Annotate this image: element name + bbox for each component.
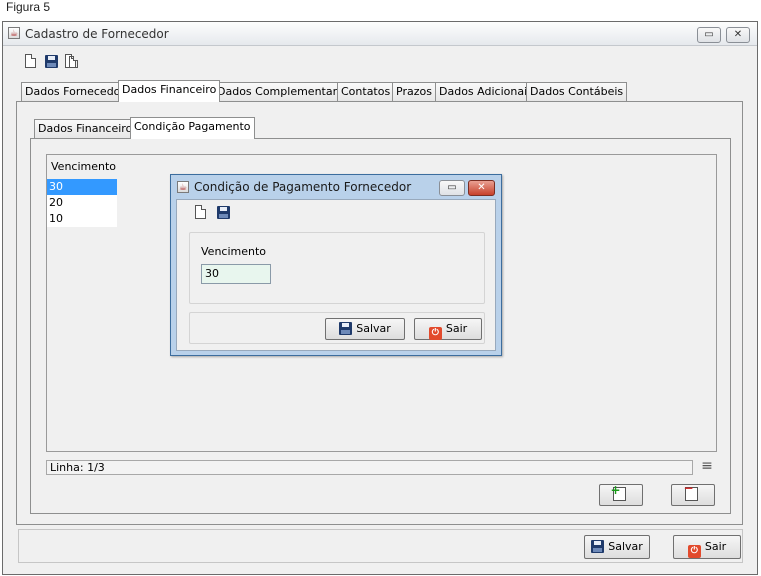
dialog-exit-label: Sair: [445, 322, 468, 335]
save-icon: [339, 322, 353, 335]
vencimento-group: Vencimento 30: [189, 232, 485, 304]
save-icon: [591, 540, 605, 553]
exit-button[interactable]: ⏻ Sair: [673, 535, 741, 559]
dialog-button-bar: Salvar ⏻ Sair: [189, 312, 485, 344]
figure-caption: Figura 5: [6, 0, 51, 14]
tab-dados-financeiros[interactable]: Dados Financeiros: [34, 119, 143, 139]
add-row-icon: +: [611, 484, 626, 501]
tab-dados-complementares[interactable]: Dados Complementares: [213, 82, 354, 102]
exit-label: Sair: [704, 540, 727, 553]
remove-row-button[interactable]: −: [671, 482, 715, 506]
dialog-exit-button[interactable]: ⏻ Sair: [414, 318, 482, 340]
main-titlebar[interactable]: ☕ Cadastro de Fornecedor ▭ ✕: [3, 22, 757, 46]
list-item[interactable]: 10: [47, 211, 117, 227]
new-document-icon[interactable]: [25, 54, 36, 68]
footer-bar: Salvar ⏻ Sair: [18, 529, 743, 563]
close-button[interactable]: ✕: [726, 27, 750, 43]
power-icon: ⏻: [428, 327, 442, 340]
save-icon[interactable]: [217, 206, 230, 219]
dialog-title: Condição de Pagamento Fornecedor: [194, 180, 412, 194]
table-header-vencimento: Vencimento: [51, 160, 117, 173]
vencimento-label: Vencimento: [201, 245, 267, 258]
dialog-restore-button[interactable]: ▭: [439, 180, 465, 196]
tab-dados-contabeis[interactable]: Dados Contábeis: [526, 82, 628, 102]
tab-dados-adicionais[interactable]: Dados Adicionais: [435, 82, 537, 102]
save-label: Salvar: [608, 540, 643, 553]
tab-dados-fornecedor[interactable]: Dados Fornecedor: [21, 82, 129, 102]
tab-condicao-pagamento[interactable]: Condição Pagamento: [130, 117, 255, 139]
menu-icon[interactable]: ≡: [699, 458, 715, 474]
dialog-save-label: Salvar: [356, 322, 391, 335]
copy-document-back-icon: [69, 56, 78, 68]
vencimento-field[interactable]: 30: [201, 264, 271, 284]
restore-button[interactable]: ▭: [697, 27, 721, 43]
power-icon: ⏻: [687, 545, 701, 558]
save-button[interactable]: Salvar: [584, 535, 650, 559]
toolbar: [23, 52, 93, 72]
add-row-button[interactable]: +: [599, 484, 643, 506]
vencimento-list: 30 20 10: [47, 179, 117, 227]
list-item[interactable]: 30: [47, 179, 117, 195]
java-app-icon: ☕: [177, 181, 189, 193]
payment-condition-dialog: ☕ Condição de Pagamento Fornecedor ▭ ✕ V…: [170, 174, 502, 356]
save-icon[interactable]: [45, 55, 58, 68]
remove-row-icon: −: [684, 482, 698, 501]
dialog-close-button[interactable]: ✕: [468, 180, 495, 196]
tab-prazos[interactable]: Prazos: [392, 82, 436, 102]
java-app-icon: ☕: [8, 27, 20, 39]
dialog-save-button[interactable]: Salvar: [325, 318, 405, 340]
list-item[interactable]: 20: [47, 195, 117, 211]
tab-contatos[interactable]: Contatos: [337, 82, 395, 102]
dialog-body: Vencimento 30 Salvar ⏻ Sair: [176, 199, 496, 351]
window-title: Cadastro de Fornecedor: [25, 27, 169, 41]
tab-dados-financeiro[interactable]: Dados Financeiro: [118, 80, 221, 102]
status-line: Linha: 1/3: [46, 460, 693, 475]
new-document-icon[interactable]: [195, 205, 206, 219]
